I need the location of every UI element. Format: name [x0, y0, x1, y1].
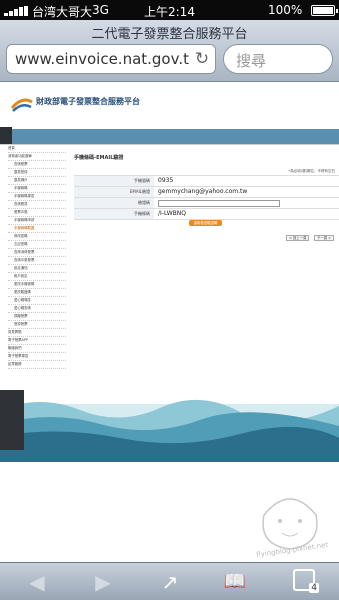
- sidebar-item[interactable]: 載具登錄: [8, 169, 66, 177]
- status-bar: 台湾大哥大 3G 上午2:14 100%: [0, 0, 339, 20]
- tabs-button[interactable]: 4: [293, 569, 319, 593]
- sidebar-item[interactable]: 更改驗證碼: [8, 289, 66, 297]
- bookmarks-icon[interactable]: 📖: [220, 568, 250, 596]
- clock: 上午2:14: [144, 5, 195, 19]
- sidebar-item[interactable]: 捐贈發票: [8, 313, 66, 321]
- agency-logo: [10, 94, 34, 114]
- barcode-label: 手機條碼: [74, 209, 154, 219]
- email-value: gemmychang@yahoo.com.tw: [158, 188, 248, 195]
- email-label: EMAIL驗證: [74, 187, 154, 197]
- sidebar-item[interactable]: 手機條碼: [8, 185, 66, 193]
- required-note: *為必填(選)欄位，不得有空白: [288, 169, 335, 173]
- sidebar-item[interactable]: 手機條碼專區: [8, 193, 66, 201]
- carrier-name: 台湾大哥大: [32, 5, 93, 19]
- sidebar-item[interactable]: 愛心碼查詢: [8, 305, 66, 313]
- sidebar-item[interactable]: 載具歸戶: [8, 177, 66, 185]
- sidebar-item[interactable]: 查詢中獎發票: [8, 257, 66, 265]
- phone-value: 0935: [158, 177, 174, 184]
- form-title: 手機條碼-EMAIL驗證: [74, 155, 124, 161]
- address-bar[interactable]: www.einvoice.nat.gov.tw ↻: [6, 44, 216, 74]
- sidebar-item[interactable]: 更改手機號碼: [8, 281, 66, 289]
- sidebar-item[interactable]: 愛心碼專區: [8, 297, 66, 305]
- signal-icon: [4, 6, 30, 16]
- sidebar-item[interactable]: 首頁: [8, 145, 66, 153]
- verify-form: 手機號碼 0935 EMAIL驗證 gemmychang@yahoo.com.tw …: [74, 175, 339, 220]
- browser-toolbar: ◀ ▶ ↗ 📖 4: [0, 562, 339, 600]
- sidebar-item[interactable]: 登錄發票: [8, 321, 66, 329]
- reload-icon[interactable]: ↻: [189, 45, 215, 73]
- back-icon[interactable]: ◀: [22, 568, 52, 596]
- resend-code-button[interactable]: 重新發送驗證碼: [189, 220, 222, 226]
- content-frame: 首頁 消費者功能選單 查詢發票 載具登錄 載具歸戶 手機條碼 手機條碼專區 查詢應具 發票中獎手…: [0, 144, 339, 390]
- battery-icon: [311, 5, 338, 16]
- battery-percent: 100%: [268, 3, 303, 17]
- sidebar-item[interactable]: 設定通知: [8, 265, 66, 273]
- sidebar-item[interactable]: 查詢消費發票: [8, 249, 66, 257]
- sidebar-item[interactable]: 消費者功能選單: [8, 153, 66, 161]
- sidebar-item[interactable]: 電子發票APP: [8, 337, 66, 345]
- barcode-value: /I-LWBNQ: [158, 210, 187, 217]
- sidebar-item[interactable]: 電子發票專區: [8, 353, 66, 361]
- sidebar-item[interactable]: 手機條碼申請: [8, 217, 66, 225]
- sidebar-item[interactable]: 查詢應具: [8, 201, 66, 209]
- sidebar-item[interactable]: 忘記密碼: [8, 241, 66, 249]
- sidebar-item[interactable]: 常見問題: [8, 329, 66, 337]
- code-label: 驗證碼: [74, 198, 154, 208]
- agency-name: 財政部電子發票整合服務平台: [36, 97, 140, 106]
- tab-count: 4: [309, 583, 319, 593]
- sidebar-item[interactable]: 手機條碼驗證: [8, 225, 66, 233]
- web-page: 財政部電子發票整合服務平台 首頁 消費者功能選單 查詢發票 載具登錄 載具歸戶 手機條碼手…: [0, 83, 339, 562]
- sidebar-item[interactable]: 民眾服務: [8, 361, 66, 369]
- header-band: [0, 129, 339, 144]
- sidebar-menu: 首頁 消費者功能選單 查詢發票 載具登錄 載具歸戶 手機條碼 手機條碼專區 查詢應具 發票中獎手…: [8, 145, 66, 391]
- sidebar-item[interactable]: 聯絡我們: [8, 345, 66, 353]
- sidebar-item[interactable]: 修改密碼: [8, 233, 66, 241]
- phone-label: 手機號碼: [74, 176, 154, 186]
- share-icon[interactable]: ↗: [155, 568, 185, 596]
- verification-code-input[interactable]: [158, 200, 280, 207]
- url-text: www.einvoice.nat.gov.tw: [15, 50, 202, 68]
- browser-chrome: 二代電子發票整合服務平台 www.einvoice.nat.gov.tw ↻ 搜…: [0, 20, 339, 82]
- search-input[interactable]: 搜尋: [223, 44, 333, 74]
- sidebar-item[interactable]: 發票中獎: [8, 209, 66, 217]
- sidebar-item[interactable]: 帳戶設定: [8, 273, 66, 281]
- next-page-button[interactable]: 下一頁 >: [314, 235, 335, 241]
- forward-icon[interactable]: ▶: [88, 568, 118, 596]
- network-type: 3G: [92, 3, 109, 17]
- prev-page-button[interactable]: < 回上一頁: [286, 235, 310, 241]
- sidebar-item[interactable]: 查詢發票: [8, 161, 66, 169]
- page-title: 二代電子發票整合服務平台: [91, 27, 248, 42]
